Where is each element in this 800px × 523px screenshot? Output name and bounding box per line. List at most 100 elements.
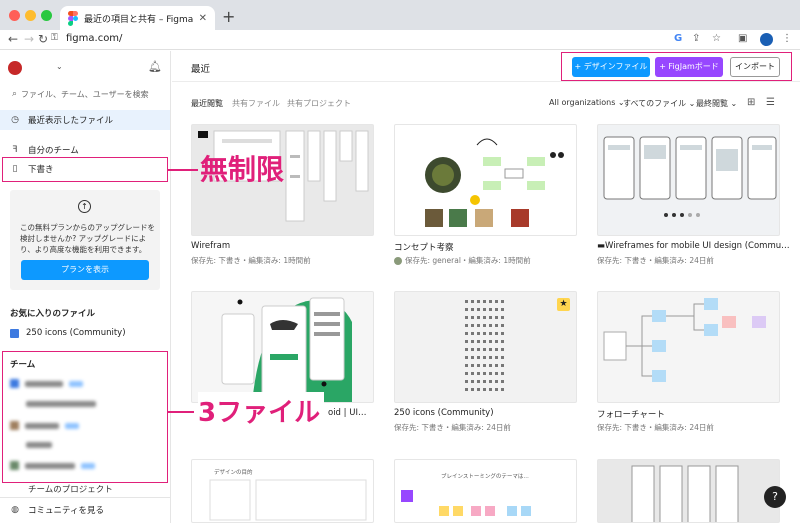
globe-icon: ◍ xyxy=(11,504,19,515)
file-title: 250 icons (Community) xyxy=(394,408,494,418)
forward-icon[interactable]: → xyxy=(24,32,34,46)
file-meta: 保存先: 下書き・編集済み: 24日前 xyxy=(597,255,714,266)
upgrade-text: この無料プランからのアップグレードを検討しませんか? アップグレードにより、より… xyxy=(20,223,155,254)
minimize-window-button[interactable] xyxy=(25,10,36,21)
phone-screens-thumbnail-art xyxy=(631,465,739,522)
share-icon[interactable]: ⇪ xyxy=(692,33,700,44)
community-link[interactable]: ◍ コミュニティを見る xyxy=(0,497,170,521)
file-type-filter[interactable]: すべてのファイル ⌄ xyxy=(623,98,695,109)
icons-grid-thumbnail-art xyxy=(465,300,504,391)
chevron-down-icon[interactable]: ⌄ xyxy=(56,62,63,71)
file-thumbnail: デザインの目的 xyxy=(191,459,374,523)
search-input[interactable]: ⌕ ファイル、チーム、ユーザーを検索 xyxy=(8,84,163,104)
drafts-highlight xyxy=(2,157,168,182)
figma-logo-icon xyxy=(68,11,78,26)
mobile-wireframes-thumbnail-art xyxy=(603,136,777,217)
upgrade-panel: ↑ この無料プランからのアップグレードを検討しませんか? アップグレードにより、… xyxy=(10,190,160,290)
favorite-file-item[interactable]: 250 icons (Community) xyxy=(10,328,126,338)
favorite-file-label: 250 icons (Community) xyxy=(26,328,126,338)
file-meta-text: 保存先: 下書き・編集済み: 24日前 xyxy=(597,423,714,432)
concept-board-thumbnail-art xyxy=(425,138,564,227)
google-icon[interactable]: G xyxy=(674,33,682,44)
tab-close-icon[interactable]: ✕ xyxy=(199,13,207,24)
file-meta-text: 保存先: general・編集済み: 1時間前 xyxy=(405,256,531,265)
header-buttons-highlight xyxy=(561,52,792,81)
figma-file-icon xyxy=(10,328,19,338)
browser-tab[interactable]: 最近の項目と共有 – Figma ✕ xyxy=(60,6,215,30)
team-projects-link[interactable]: チームのプロジェクト xyxy=(28,483,113,495)
file-meta: 保存先: 下書き・編集済み: 24日前 xyxy=(597,422,714,433)
browser-titlebar: 最近の項目と共有 – Figma ✕ + xyxy=(0,0,800,30)
grid-view-icon[interactable]: ⊞ xyxy=(747,97,755,108)
main-content: 最近 + デザインファイル + FigJamボード インポート 最近閲覧 共有フ… xyxy=(172,51,800,523)
file-thumbnail xyxy=(191,291,374,403)
bell-icon[interactable]: 🔔︎ xyxy=(148,60,162,73)
page-title: 最近 xyxy=(191,64,211,75)
three-files-annotation: 3ファイル xyxy=(198,392,325,429)
sidepanel-icon[interactable]: ▣ xyxy=(738,33,747,44)
site-info-icon[interactable]: ⚿ xyxy=(51,33,58,43)
maximize-window-button[interactable] xyxy=(41,10,52,21)
sidebar-item-recent[interactable]: ◷ 最近表示したファイル xyxy=(0,110,170,130)
file-thumbnail xyxy=(394,124,577,236)
teams-callout-line xyxy=(168,411,194,413)
org-filter-label: All organizations xyxy=(549,98,616,107)
thumbnail-text: デザインの目的 xyxy=(214,470,253,476)
search-placeholder: ファイル、チーム、ユーザーを検索 xyxy=(21,89,149,99)
list-view-icon[interactable]: ☰ xyxy=(766,97,775,108)
brainstorm-thumbnail-art xyxy=(401,490,531,516)
url-field[interactable]: figma.com/ xyxy=(66,33,122,44)
file-thumbnail xyxy=(597,291,780,403)
tab-shared-projects[interactable]: 共有プロジェクト xyxy=(287,98,351,109)
favorite-star-icon[interactable]: ★ xyxy=(557,298,570,311)
sidebar-item-label: 最近表示したファイル xyxy=(28,116,114,126)
profile-avatar[interactable] xyxy=(760,33,773,46)
file-meta: 保存先: general・編集済み: 1時間前 xyxy=(394,255,531,266)
file-filter-label: すべてのファイル xyxy=(623,99,687,108)
file-meta: 保存先: 下書き・編集済み: 1時間前 xyxy=(191,255,311,266)
search-icon: ⌕ xyxy=(12,89,18,99)
file-title: oid | UI… xyxy=(328,408,367,418)
tab-recently-viewed[interactable]: 最近閲覧 xyxy=(191,98,223,109)
reload-icon[interactable]: ↻ xyxy=(38,32,48,46)
back-icon[interactable]: ← xyxy=(8,32,18,46)
thumbnail-text: ブレインストーミングのテーマは… xyxy=(441,474,529,480)
file-thumbnail: ブレインストーミングのテーマは… xyxy=(394,459,577,523)
address-bar: ← → ↻ ⚿ figma.com/ G ⇪ ☆ ▣ ⋮ xyxy=(0,30,800,50)
view-plans-button[interactable]: プランを表示 xyxy=(21,260,149,280)
drafts-callout-line xyxy=(168,169,198,171)
figma-icon: ꟻ xyxy=(12,145,18,155)
ecommerce-ui-thumbnail-art xyxy=(221,297,352,402)
help-button[interactable]: ? xyxy=(764,486,786,508)
sidebar-item-label: 自分のチーム xyxy=(28,146,79,156)
favorites-header: お気に入りのファイル xyxy=(10,309,96,319)
file-meta-text: 保存先: 下書き・編集済み: 24日前 xyxy=(394,423,511,432)
file-meta-text: 保存先: 下書き・編集済み: 1時間前 xyxy=(191,256,311,265)
sort-filter[interactable]: 最終閲覧 ⌄ xyxy=(696,98,737,109)
file-thumbnail: ★ xyxy=(394,291,577,403)
file-title: Wirefram xyxy=(191,241,231,251)
arrow-up-icon: ↑ xyxy=(78,200,91,213)
file-thumbnail xyxy=(597,459,780,523)
file-title: ▬Wireframes for mobile UI design (Commu… xyxy=(597,241,790,251)
tab-shared-files[interactable]: 共有ファイル xyxy=(232,98,280,109)
bookmark-star-icon[interactable]: ☆ xyxy=(712,33,721,44)
file-title: フォローチャート xyxy=(597,410,665,420)
editor-avatar xyxy=(394,256,402,265)
new-tab-icon[interactable]: + xyxy=(222,7,235,26)
unlimited-annotation: 無制限 xyxy=(200,153,285,186)
file-meta: 保存先: 下書き・編集済み: 24日前 xyxy=(394,422,511,433)
header-divider xyxy=(172,81,800,82)
close-window-button[interactable] xyxy=(9,10,20,21)
file-thumbnail xyxy=(597,124,780,236)
teams-highlight xyxy=(2,351,168,483)
sort-filter-label: 最終閲覧 xyxy=(696,99,728,108)
clock-icon: ◷ xyxy=(11,115,19,125)
file-title-text: Wireframes for mobile UI design (Commu… xyxy=(605,241,790,251)
organization-filter[interactable]: All organizations ⌄ xyxy=(549,98,625,107)
tab-title: 最近の項目と共有 – Figma xyxy=(84,14,193,25)
user-avatar[interactable] xyxy=(8,61,22,75)
file-meta-text: 保存先: 下書き・編集済み: 24日前 xyxy=(597,256,714,265)
menu-dots-icon[interactable]: ⋮ xyxy=(782,33,792,44)
file-title: コンセプト考察 xyxy=(394,243,454,253)
